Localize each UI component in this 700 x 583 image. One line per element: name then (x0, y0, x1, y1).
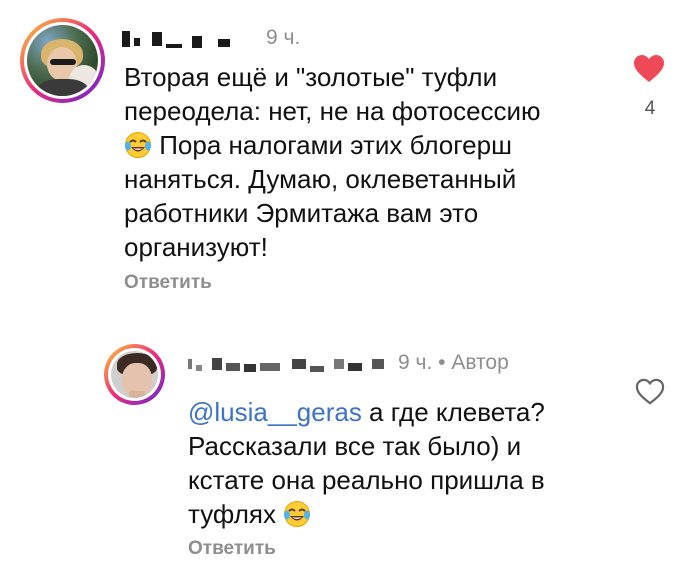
reply-comment-text: @lusia__geras а где клевета? Рассказали … (188, 397, 545, 529)
commenter-avatar[interactable] (20, 18, 105, 103)
author-username-redacted[interactable] (188, 353, 384, 375)
avatar-photo (27, 25, 98, 96)
reply-button[interactable]: Ответить (188, 538, 276, 560)
comment-text: Вторая ещё и "золотые" туфли переодела: … (124, 62, 541, 262)
tears-of-joy-emoji-icon (124, 131, 152, 159)
author-avatar[interactable] (104, 344, 165, 405)
mention-link[interactable]: @lusia__geras (188, 397, 362, 427)
reply-button[interactable]: Ответить (124, 272, 212, 294)
reply-timestamp: 9 ч. (398, 351, 433, 374)
commenter-username-redacted[interactable] (122, 28, 230, 50)
tears-of-joy-emoji-icon (283, 500, 311, 528)
avatar-photo (111, 351, 158, 398)
like-count: 4 (644, 98, 656, 119)
heart-outline-icon[interactable] (635, 378, 665, 406)
author-badge: • Автор (438, 351, 509, 374)
heart-filled-icon[interactable] (633, 54, 665, 84)
comment-timestamp: 9 ч. (266, 26, 301, 49)
